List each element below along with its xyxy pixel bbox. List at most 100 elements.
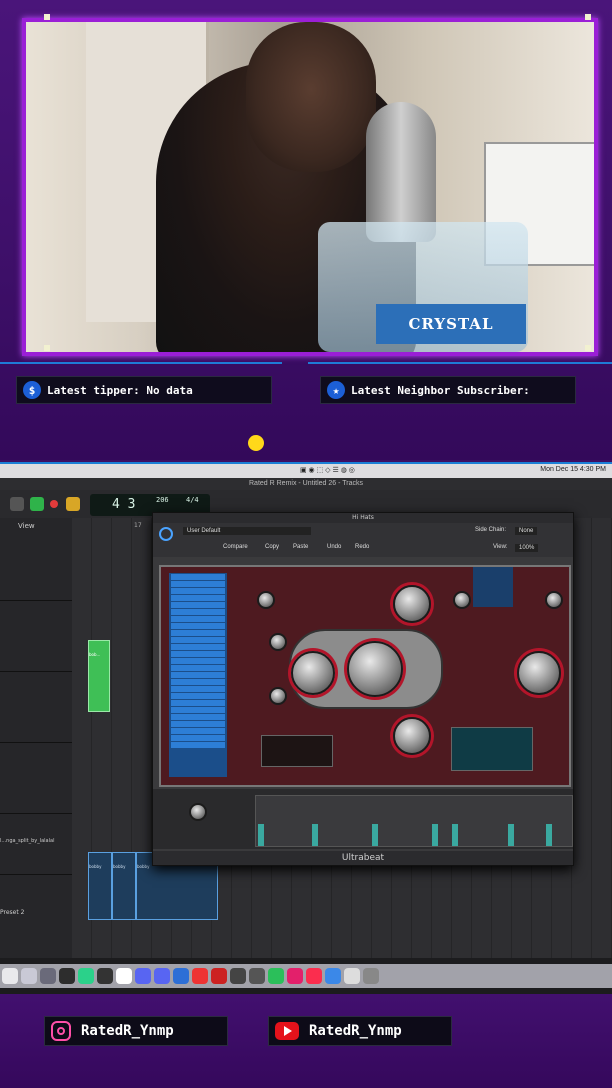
ultrabeat-panel — [159, 565, 571, 787]
dollar-icon: $ — [23, 381, 41, 399]
play-button[interactable] — [30, 497, 44, 511]
plugin-header: User Default Compare Copy Paste Undo Red… — [153, 523, 573, 557]
copy-button[interactable]: Copy — [265, 544, 279, 550]
preset-menu[interactable]: User Default — [183, 527, 311, 535]
lfo-display — [473, 567, 513, 607]
latest-subscriber-panel: ★ Latest Neighbor Subscriber: — [320, 376, 576, 404]
eq-display — [451, 727, 533, 771]
small-knob[interactable] — [269, 687, 287, 705]
finder-icon[interactable] — [2, 968, 18, 984]
youtube-handle: RatedR_Ynmp — [309, 1023, 402, 1039]
track-header[interactable]: l...nga_split_by_lalalal — [0, 814, 72, 875]
step-sequencer[interactable] — [153, 789, 573, 849]
webcam-microphone — [366, 102, 436, 242]
frame-corner-dot — [44, 345, 50, 351]
instagram-handle: RatedR_Ynmp — [81, 1023, 174, 1039]
cycle-button[interactable] — [66, 497, 80, 511]
sound-list[interactable] — [169, 573, 227, 777]
app-icon[interactable] — [116, 968, 132, 984]
webcam-feed: CRYSTAL GEYSER — [22, 18, 598, 356]
latest-tipper-label: Latest tipper: No data — [47, 383, 193, 397]
midi-region[interactable]: bob... — [88, 640, 110, 712]
osc1-knob[interactable] — [393, 585, 431, 623]
filter-cutoff-knob[interactable] — [291, 651, 335, 695]
menubar-status-icons: ▣ ◉ ⬚ ◇ ☰ ◍ ◎ — [300, 467, 355, 474]
record-button[interactable] — [50, 500, 58, 508]
small-knob[interactable] — [257, 591, 275, 609]
small-knob[interactable] — [453, 591, 471, 609]
mac-dock — [0, 964, 612, 988]
youtube-icon — [275, 1022, 299, 1040]
mac-menubar: ▣ ◉ ⬚ ◇ ☰ ◍ ◎ Mon Dec 15 4:30 PM — [0, 464, 612, 478]
instagram-icon — [51, 1021, 71, 1041]
small-knob[interactable] — [545, 591, 563, 609]
compare-button[interactable]: Compare — [223, 544, 248, 550]
filter-center-knob[interactable] — [347, 641, 403, 697]
rewind-button[interactable] — [10, 497, 24, 511]
undo-button[interactable]: Undo — [327, 544, 341, 550]
pacman-icon — [248, 435, 264, 451]
muse-icon[interactable] — [287, 968, 303, 984]
logic-icon[interactable] — [59, 968, 75, 984]
track-header[interactable] — [0, 601, 72, 672]
app-icon[interactable] — [325, 968, 341, 984]
audio-region[interactable]: bobby — [88, 852, 112, 920]
power-icon[interactable] — [159, 527, 173, 541]
neon-divider — [0, 362, 282, 364]
app-icon[interactable] — [230, 968, 246, 984]
ruler-bar-number: 17 — [134, 522, 142, 529]
app-icon[interactable] — [268, 968, 284, 984]
region-label: bob... — [89, 652, 101, 657]
music-icon[interactable] — [306, 968, 322, 984]
app-icon[interactable] — [97, 968, 113, 984]
neon-divider — [308, 362, 612, 364]
daw-screen: ▣ ◉ ⬚ ◇ ☰ ◍ ◎ Mon Dec 15 4:30 PM Rated R… — [0, 462, 612, 996]
track-header[interactable] — [0, 743, 72, 814]
track-name: l...nga_split_by_lalalal — [0, 838, 55, 844]
sequencer-grid[interactable] — [255, 795, 573, 847]
app-icon[interactable] — [192, 968, 208, 984]
side-chain-label: Side Chain: — [475, 527, 507, 533]
trash-icon[interactable] — [363, 968, 379, 984]
menubar-clock: Mon Dec 15 4:30 PM — [540, 466, 606, 473]
plugin-title: Hi Hats — [153, 513, 573, 523]
ring-mod-knob[interactable] — [393, 717, 431, 755]
envelope-display — [261, 735, 333, 767]
audio-region[interactable]: bobby — [112, 852, 136, 920]
view-menu[interactable]: View — [0, 518, 72, 530]
side-chain-menu[interactable]: None — [515, 527, 538, 535]
youtube-panel: RatedR_Ynmp — [268, 1016, 452, 1046]
frame-corner-dot — [44, 14, 50, 20]
swing-knob[interactable] — [189, 803, 207, 821]
app-icon[interactable] — [21, 968, 37, 984]
discord-icon[interactable] — [135, 968, 151, 984]
instagram-panel: RatedR_Ynmp — [44, 1016, 228, 1046]
redo-button[interactable]: Redo — [355, 544, 369, 550]
track-header[interactable] — [0, 672, 72, 743]
app-icon[interactable] — [173, 968, 189, 984]
audio-region-label: bobby — [89, 864, 102, 869]
plugin-window: Hi Hats User Default Compare Copy Paste … — [152, 512, 574, 866]
view-zoom-menu[interactable]: 100% — [515, 544, 539, 552]
track-name: Preset 2 — [0, 909, 25, 916]
app-icon[interactable] — [344, 968, 360, 984]
frame-corner-dot — [585, 345, 591, 351]
daw-window-title: Rated R Remix - Untitled 26 - Tracks — [0, 478, 612, 490]
paste-button[interactable]: Paste — [293, 544, 308, 550]
output-volume-knob[interactable] — [517, 651, 561, 695]
app-icon[interactable] — [40, 968, 56, 984]
webcam-streamer-head — [246, 22, 376, 172]
audio-region-label: bobby — [113, 864, 126, 869]
app-icon[interactable] — [249, 968, 265, 984]
app-icon[interactable] — [78, 968, 94, 984]
bottle-label: CRYSTAL GEYSER — [376, 304, 526, 344]
app-icon[interactable] — [211, 968, 227, 984]
star-icon: ★ — [327, 381, 345, 399]
frame-corner-dot — [585, 14, 591, 20]
small-knob[interactable] — [269, 633, 287, 651]
lcd-position: 4 3 — [112, 497, 136, 512]
discord-icon[interactable] — [154, 968, 170, 984]
lcd-signature: 4/4 — [186, 496, 199, 504]
track-header[interactable] — [0, 530, 72, 601]
lcd-tempo: 206 — [156, 496, 169, 504]
